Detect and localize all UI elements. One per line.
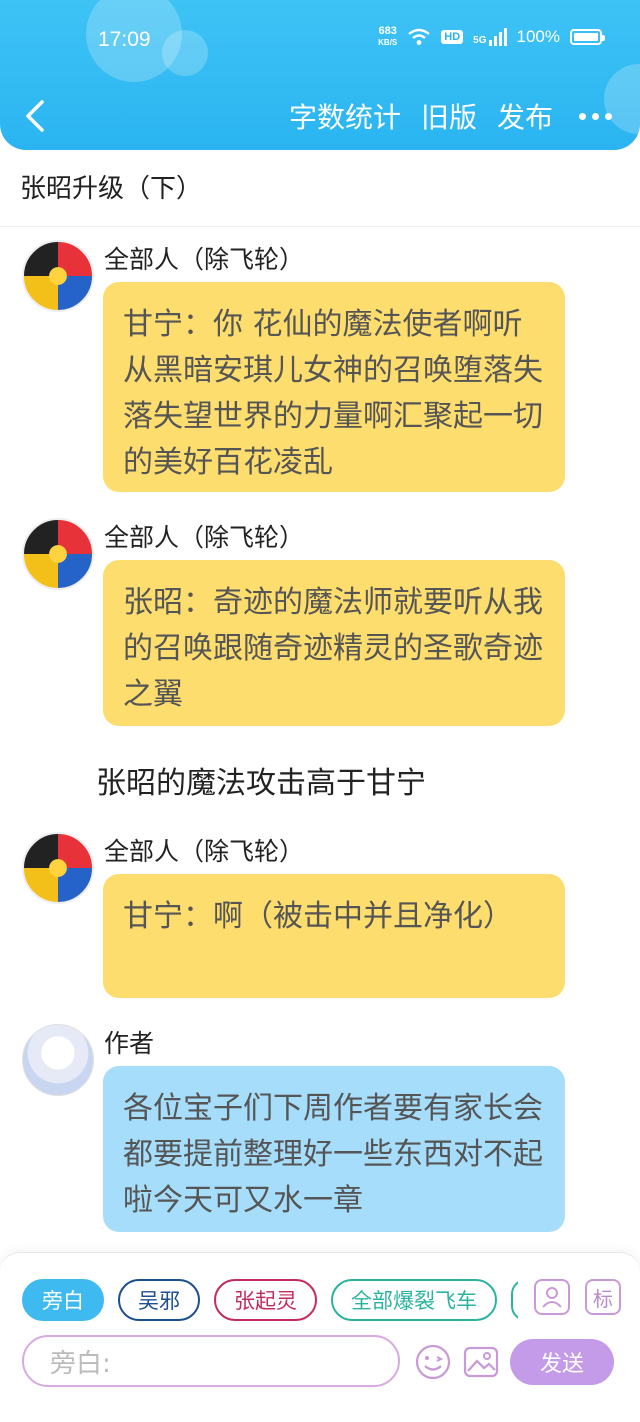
- app-header: 17:09 683 KB/S HD 5G 100% 字数统计 旧版 发布: [0, 0, 640, 150]
- role-chip-all-racers[interactable]: 全部爆裂飞车: [331, 1279, 497, 1321]
- avatar[interactable]: [22, 240, 94, 312]
- publish-button[interactable]: 发布: [497, 96, 553, 136]
- battery-percent: 100%: [516, 27, 560, 46]
- composer-panel: 旁白 吴邪 张起灵 全部爆裂飞车 标 旁白: 发送: [0, 1252, 640, 1422]
- role-selector: 旁白 吴邪 张起灵 全部爆裂飞车: [22, 1279, 518, 1321]
- status-bar: 17:09 683 KB/S HD 5G 100%: [0, 0, 640, 80]
- sender-name: 全部人（除飞轮）: [104, 245, 305, 274]
- network-speed: 683 KB/S: [378, 25, 398, 48]
- image-icon[interactable]: [462, 1343, 500, 1381]
- wifi-icon: [408, 28, 431, 45]
- hd-badge: HD: [441, 30, 464, 44]
- send-button[interactable]: 发送: [510, 1339, 614, 1385]
- avatar[interactable]: [22, 832, 94, 904]
- status-icons: 683 KB/S HD 5G 100%: [378, 25, 605, 48]
- back-button[interactable]: [18, 94, 58, 138]
- role-chip-more[interactable]: [511, 1279, 518, 1321]
- sender-name: 全部人（除飞轮）: [104, 837, 305, 866]
- message-bubble[interactable]: 各位宝子们下周作者要有家长会都要提前整理好一些东西对不起啦今天可又水一章: [103, 1066, 565, 1232]
- narration-text[interactable]: 张昭的魔法攻击高于甘宁: [96, 758, 426, 802]
- message-bubble[interactable]: 张昭：奇迹的魔法师就要听从我的召唤跟随奇迹精灵的圣歌奇迹之翼: [103, 560, 565, 726]
- word-count-button[interactable]: 字数统计: [289, 96, 401, 136]
- sender-name: 全部人（除飞轮）: [104, 523, 305, 552]
- battery-icon: [570, 29, 605, 45]
- role-select-icon[interactable]: [534, 1279, 570, 1315]
- chevron-left-icon: [26, 100, 44, 132]
- avatar[interactable]: [22, 518, 94, 590]
- message-bubble[interactable]: 甘宁：你 花仙的魔法使者啊听从黑暗安琪儿女神的召唤堕落失落失望世界的力量啊汇聚起…: [103, 282, 565, 492]
- message-bubble[interactable]: 甘宁：啊（被击中并且净化）: [103, 874, 565, 998]
- status-time: 17:09: [98, 28, 151, 51]
- divider: [0, 226, 640, 227]
- sender-name: 作者: [104, 1029, 155, 1058]
- message-input[interactable]: 旁白:: [22, 1335, 400, 1387]
- mark-button[interactable]: 标: [585, 1279, 621, 1315]
- role-chip-zhangqiling[interactable]: 张起灵: [214, 1279, 317, 1321]
- more-dots-icon[interactable]: [579, 105, 612, 128]
- signal-icon: 5G: [473, 28, 507, 46]
- emoji-icon[interactable]: [414, 1343, 452, 1381]
- nav-actions: 字数统计 旧版 发布: [289, 96, 612, 136]
- role-chip-narrator[interactable]: 旁白: [22, 1279, 104, 1321]
- old-version-button[interactable]: 旧版: [421, 96, 477, 136]
- avatar[interactable]: [22, 1024, 94, 1096]
- top-nav: 字数统计 旧版 发布: [0, 88, 640, 144]
- role-chip-wuxie[interactable]: 吴邪: [118, 1279, 200, 1321]
- chapter-title[interactable]: 张昭升级（下）: [20, 168, 202, 205]
